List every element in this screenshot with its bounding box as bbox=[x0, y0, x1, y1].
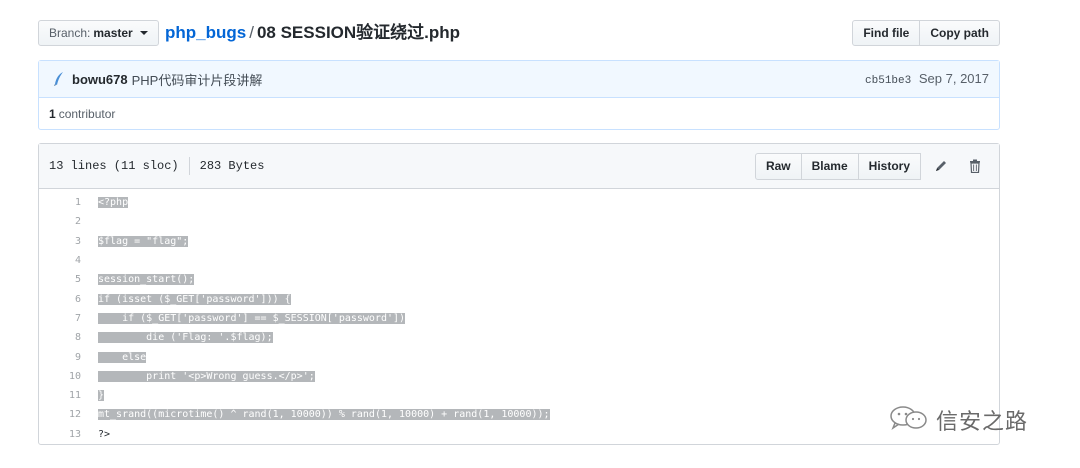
line-code-text: ?> bbox=[98, 428, 111, 440]
line-number[interactable]: 2 bbox=[39, 216, 81, 227]
commit-message-link[interactable]: PHP代码审计片段讲解 bbox=[132, 70, 263, 89]
line-code-text: die ('Flag: '.$flag); bbox=[98, 332, 273, 344]
code-line: 8 die ('Flag: '.$flag); bbox=[39, 328, 999, 347]
file-viewer: 13 lines (11 sloc) 283 Bytes Raw Blame H… bbox=[38, 143, 1000, 445]
breadcrumb: php_bugs/08 SESSION验证绕过.php bbox=[165, 20, 460, 46]
watermark-text: 信安之路 bbox=[936, 410, 1029, 435]
line-number[interactable]: 10 bbox=[39, 371, 81, 382]
line-code: } bbox=[81, 390, 105, 402]
line-number[interactable]: 1 bbox=[39, 197, 81, 208]
code-line: 1 <?php bbox=[39, 193, 999, 212]
commit-author-link[interactable]: bowu678 bbox=[72, 72, 128, 87]
code-line: 9 else bbox=[39, 347, 999, 366]
line-number[interactable]: 8 bbox=[39, 332, 81, 343]
code-line: 10 print '<p>Wrong guess.</p>'; bbox=[39, 367, 999, 386]
code-line: 2 bbox=[39, 212, 999, 231]
line-number[interactable]: 11 bbox=[39, 390, 81, 401]
latest-commit-row: bowu678 PHP代码审计片段讲解 cb51be3 Sep 7, 2017 bbox=[39, 61, 999, 98]
line-code-text: if ($_GET['password'] == $_SESSION['pass… bbox=[98, 312, 406, 324]
pencil-icon[interactable] bbox=[927, 153, 955, 180]
file-info-divider bbox=[188, 157, 190, 175]
commit-date: Sep 7, 2017 bbox=[918, 71, 989, 86]
line-code: if ($_GET['password'] == $_SESSION['pass… bbox=[81, 312, 406, 324]
code-line: 4 bbox=[39, 251, 999, 270]
code-line: 3 $flag = "flag"; bbox=[39, 232, 999, 251]
line-code-text: } bbox=[98, 390, 105, 402]
breadcrumb-filename: 08 SESSION验证绕过.php bbox=[256, 23, 461, 42]
line-code: session_start(); bbox=[81, 274, 195, 286]
branch-prefix: Branch: bbox=[49, 26, 91, 40]
file-lines-info: 13 lines (11 sloc) bbox=[49, 159, 179, 173]
code-line: 12 mt_srand((microtime() ^ rand(1, 10000)… bbox=[39, 405, 999, 424]
branch-selector-button[interactable]: Branch: master bbox=[38, 20, 159, 46]
breadcrumb-repo-link[interactable]: php_bugs bbox=[165, 23, 246, 42]
line-code-text: $flag = "flag"; bbox=[98, 235, 189, 247]
commit-sha-link[interactable]: cb51be3 bbox=[865, 75, 911, 87]
line-number[interactable]: 13 bbox=[39, 429, 81, 440]
code-line: 7 if ($_GET['password'] == $_SESSION['pa… bbox=[39, 309, 999, 328]
line-code-text: mt_srand((microtime() ^ rand(1, 10000)) … bbox=[98, 409, 550, 421]
line-code: print '<p>Wrong guess.</p>'; bbox=[81, 370, 315, 382]
line-code-text: print '<p>Wrong guess.</p>'; bbox=[98, 370, 315, 382]
line-code: <?php bbox=[81, 197, 129, 209]
code-line: 6 if (isset ($_GET['password'])) { bbox=[39, 289, 999, 308]
avatar[interactable] bbox=[53, 71, 65, 87]
code-line: 5 session_start(); bbox=[39, 270, 999, 289]
watermark: 信安之路 bbox=[888, 404, 1028, 436]
line-code: $flag = "flag"; bbox=[81, 235, 189, 247]
line-code: if (isset ($_GET['password'])) { bbox=[81, 293, 291, 305]
caret-down-icon bbox=[139, 31, 148, 35]
code-line: 11} bbox=[39, 386, 999, 405]
commit-meta: cb51be3 Sep 7, 2017 bbox=[865, 71, 989, 87]
code-body: 1 <?php 2 3 $flag = "flag"; 4 5 session_start()… bbox=[39, 189, 999, 444]
file-actions: Raw Blame History bbox=[754, 152, 989, 180]
contributor-label: contributor bbox=[58, 106, 116, 121]
line-code: ?> bbox=[81, 429, 110, 440]
line-code-text: <?php bbox=[98, 197, 129, 209]
raw-button[interactable]: Raw bbox=[754, 152, 802, 180]
blame-button[interactable]: Blame bbox=[800, 152, 859, 180]
line-number[interactable]: 6 bbox=[39, 294, 81, 305]
file-size: 283 Bytes bbox=[199, 159, 265, 173]
breadcrumb-separator: / bbox=[249, 23, 254, 42]
line-number[interactable]: 12 bbox=[39, 409, 81, 420]
wechat-icon bbox=[888, 405, 930, 436]
contributor-count: 1 bbox=[49, 106, 56, 121]
history-button[interactable]: History bbox=[857, 152, 921, 180]
line-number[interactable]: 4 bbox=[39, 255, 81, 266]
file-nav-buttons: Find file Copy path bbox=[852, 20, 1000, 46]
line-code-text: else bbox=[98, 351, 147, 363]
branch-name: master bbox=[93, 26, 133, 40]
copy-path-button[interactable]: Copy path bbox=[919, 20, 1000, 46]
contributors-row: 1 contributor bbox=[39, 98, 999, 129]
find-file-button[interactable]: Find file bbox=[852, 20, 921, 46]
line-code: else bbox=[81, 351, 147, 363]
line-code-text: if (isset ($_GET['password'])) { bbox=[98, 293, 291, 305]
code-line: 13 ?> bbox=[39, 425, 999, 444]
file-header: 13 lines (11 sloc) 283 Bytes Raw Blame H… bbox=[39, 144, 999, 189]
line-code: mt_srand((microtime() ^ rand(1, 10000)) … bbox=[81, 409, 550, 421]
line-number[interactable]: 5 bbox=[39, 274, 81, 285]
line-code-text: session_start(); bbox=[98, 274, 195, 286]
line-number[interactable]: 9 bbox=[39, 352, 81, 363]
file-navigation: Branch: master php_bugs/08 SESSION验证绕过.p… bbox=[38, 20, 1000, 46]
trash-icon[interactable] bbox=[961, 153, 989, 180]
commit-tease: bowu678 PHP代码审计片段讲解 cb51be3 Sep 7, 2017 … bbox=[38, 60, 1000, 130]
line-number[interactable]: 7 bbox=[39, 313, 81, 324]
line-number[interactable]: 3 bbox=[39, 236, 81, 247]
line-code: die ('Flag: '.$flag); bbox=[81, 332, 273, 344]
